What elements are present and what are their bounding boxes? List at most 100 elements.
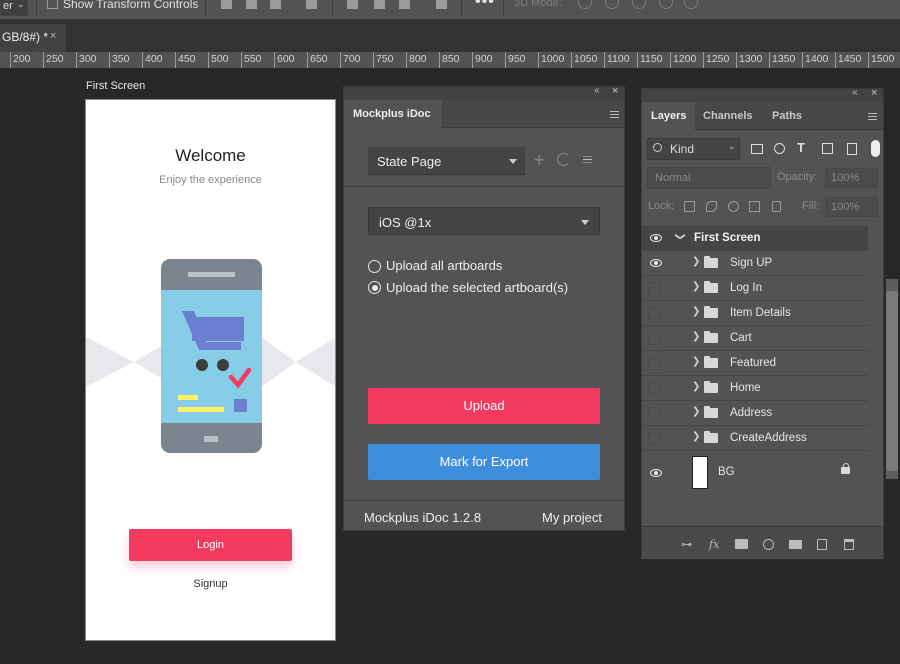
close-icon[interactable]: × [612,85,618,97]
artboard-title[interactable]: First Screen [86,80,145,92]
visibility-eye-icon[interactable] [650,259,662,267]
close-icon[interactable]: × [871,87,877,99]
blend-mode-select[interactable]: Normal [647,167,771,189]
tab-paths[interactable]: Paths [772,102,802,131]
visibility-toggle[interactable] [648,307,661,320]
upload-button[interactable]: Upload [368,388,600,424]
trash-icon[interactable] [844,539,854,550]
chevron-right-icon[interactable]: ❯ [692,281,700,292]
visibility-eye-icon[interactable] [650,234,662,242]
align-top-icon[interactable] [347,0,358,9]
list-icon[interactable] [583,156,592,163]
layer-row-bg[interactable]: BG [642,451,868,495]
document-tab[interactable]: GB/8#) * × [0,24,66,52]
distribute-icon[interactable] [306,0,317,9]
align-middle-icon[interactable] [374,0,385,9]
chevron-right-icon[interactable]: ❯ [692,256,700,267]
chevron-right-icon[interactable]: ❯ [692,306,700,317]
visibility-eye-icon[interactable] [650,469,662,477]
layer-row[interactable]: ❯ Featured [642,351,868,376]
state-page-select[interactable]: State Page [368,147,525,175]
search-icon [653,143,662,152]
opacity-field[interactable]: 100% [825,168,878,188]
filter-type-icon[interactable]: T [797,140,805,155]
visibility-toggle[interactable] [648,382,661,395]
filter-pixel-icon[interactable] [751,144,763,154]
state-page-value: State Page [377,154,442,169]
more-options-icon[interactable]: ••• [475,0,495,11]
filter-smart-object-icon[interactable] [847,143,857,155]
artboard[interactable]: Welcome Enjoy the experience Login Signu… [85,99,336,641]
filter-shape-icon[interactable] [822,143,833,154]
panel-menu-icon[interactable] [868,113,877,120]
layer-row[interactable]: ❯ Cart [642,326,868,351]
collapse-icon[interactable]: « [594,85,600,96]
layer-row[interactable]: ❯ Address [642,401,868,426]
layer-row[interactable]: ❯ Sign UP [642,251,868,276]
my-project-link[interactable]: My project [542,510,602,525]
mark-for-export-button[interactable]: Mark for Export [368,444,600,480]
refresh-icon[interactable] [557,153,570,166]
visibility-toggle[interactable] [648,432,661,445]
tool-preset-select[interactable]: er ⌄ [0,0,28,16]
adjustment-icon[interactable] [763,539,774,550]
lock-all-icon[interactable] [772,201,781,212]
chevron-right-icon[interactable]: ❯ [692,381,700,392]
chevron-right-icon[interactable]: ❯ [692,431,700,442]
new-layer-icon[interactable] [817,539,827,550]
layer-group-first-screen[interactable]: ❯ First Screen [642,226,868,251]
layer-name: CreateAddress [730,432,807,444]
layers-scrollbar-thumb[interactable] [886,291,898,471]
video-icon[interactable] [684,0,698,9]
roll-icon[interactable] [605,0,619,9]
radio-upload-all[interactable] [368,260,381,273]
radio-upload-selected[interactable] [368,281,381,294]
link-icon[interactable]: ⊶ [681,538,692,551]
tab-layers[interactable]: Layers [642,102,695,131]
tab-mockplus-idoc[interactable]: Mockplus iDoc [344,100,442,129]
chevron-right-icon[interactable]: ❯ [692,406,700,417]
radio-upload-selected-label[interactable]: Upload the selected artboard(s) [386,280,568,295]
add-icon[interactable]: + [534,150,545,171]
device-select[interactable]: iOS @1x [368,207,600,235]
lock-position-icon[interactable] [728,201,739,212]
align-bottom-icon[interactable] [399,0,410,9]
align-right-icon[interactable] [270,0,281,9]
lock-artboard-icon[interactable] [749,201,760,212]
fx-icon[interactable]: fx [709,538,719,551]
visibility-toggle[interactable] [648,407,661,420]
slide-icon[interactable] [659,0,673,9]
distribute-vertical-icon[interactable] [436,0,447,9]
filter-toggle-icon[interactable] [871,140,880,157]
mask-icon[interactable] [735,539,748,549]
fill-field[interactable]: 100% [825,197,878,217]
layer-row[interactable]: ❯ CreateAddress [642,426,868,451]
collapse-icon[interactable]: « [852,87,858,98]
align-left-icon[interactable] [221,0,232,9]
layer-row[interactable]: ❯ Log In [642,276,868,301]
lock-transparent-icon[interactable] [684,201,695,212]
chevron-down-icon[interactable]: ❯ [675,232,686,240]
folder-icon[interactable] [789,540,802,549]
layer-filter-kind[interactable]: Kind ⌄ [647,138,740,160]
tab-channels[interactable]: Channels [703,102,753,131]
orbit-icon[interactable] [578,0,592,9]
deco-triangle [86,337,134,387]
visibility-toggle[interactable] [648,282,661,295]
radio-upload-all-label[interactable]: Upload all artboards [386,258,502,273]
visibility-toggle[interactable] [648,357,661,370]
layer-row[interactable]: ❯ Home [642,376,868,401]
pan-icon[interactable] [632,0,646,9]
chevron-right-icon[interactable]: ❯ [692,356,700,367]
layer-row[interactable]: ❯ Item Details [642,301,868,326]
chevron-right-icon[interactable]: ❯ [692,331,700,342]
close-icon[interactable]: × [50,30,56,42]
show-transform-checkbox[interactable] [47,0,58,9]
signup-link[interactable]: Signup [86,578,335,590]
filter-adjustment-icon[interactable] [774,143,785,154]
visibility-toggle[interactable] [648,332,661,345]
panel-menu-icon[interactable] [610,111,619,118]
align-center-icon[interactable] [246,0,257,9]
lock-image-icon[interactable] [706,201,717,212]
login-button[interactable]: Login [129,529,292,561]
